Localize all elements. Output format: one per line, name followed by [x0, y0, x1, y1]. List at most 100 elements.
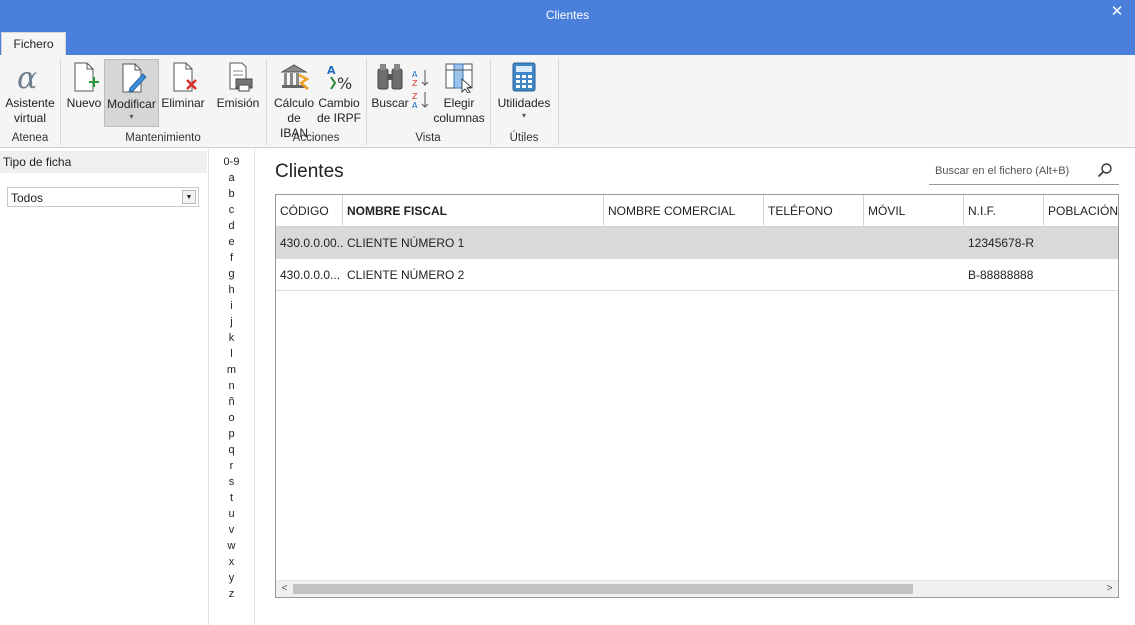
emision-label: Emisión — [216, 96, 260, 110]
alphabet-letter[interactable]: c — [209, 203, 254, 217]
svg-text:α: α — [17, 61, 37, 93]
cambio-irpf-button[interactable]: A % Cambio de IRPF — [317, 59, 361, 131]
table-row[interactable]: 430.0.0.00... CLIENTE NÚMERO 1 12345678-… — [276, 227, 1118, 259]
calculator-icon — [512, 62, 536, 92]
alphabet-letter[interactable]: r — [209, 459, 254, 473]
alphabet-letter[interactable]: s — [209, 475, 254, 489]
group-label-vista: Vista — [415, 132, 441, 144]
bank-icon — [280, 64, 310, 90]
alphabet-letter[interactable]: x — [209, 555, 254, 569]
alphabet-letter[interactable]: a — [209, 171, 254, 185]
scroll-left-icon[interactable]: < — [277, 582, 292, 596]
eliminar-button[interactable]: Eliminar — [161, 59, 205, 131]
column-header-poblacion[interactable]: POBLACIÓN — [1044, 195, 1118, 227]
sort-buttons[interactable]: A Z Z A — [410, 67, 432, 125]
cell-nombre-fiscal: CLIENTE NÚMERO 1 — [347, 236, 465, 250]
alphabet-letter[interactable]: j — [209, 315, 254, 329]
alphabet-index: 0-9 a b c d e f g h i j k l m n ñ o p q r s t u v w x y z — [208, 149, 255, 625]
cell-poblacion — [1044, 227, 1118, 259]
alphabet-letter[interactable]: k — [209, 331, 254, 345]
ribbon-separator — [558, 59, 559, 145]
alphabet-letter[interactable]: z — [209, 587, 254, 601]
nuevo-button[interactable]: Nuevo — [66, 59, 102, 131]
column-header-telefono[interactable]: TELÉFONO — [764, 195, 864, 227]
group-label-acciones: Acciones — [292, 132, 340, 144]
emision-button[interactable]: Emisión — [216, 59, 260, 131]
asistente-virtual-button[interactable]: α Asistente virtual — [4, 59, 56, 131]
alphabet-letter[interactable]: ñ — [209, 395, 254, 409]
tab-fichero[interactable]: Fichero — [1, 32, 66, 56]
svg-text:A: A — [412, 101, 418, 110]
eliminar-label: Eliminar — [161, 96, 205, 110]
svg-text:A: A — [327, 64, 336, 77]
cell-movil — [864, 259, 964, 291]
alpha-icon: α — [17, 61, 37, 93]
alphabet-letter[interactable]: e — [209, 235, 254, 249]
alphabet-letter[interactable]: g — [209, 267, 254, 281]
filter-panel: Tipo de ficha Todos ▼ — [0, 149, 208, 625]
title-bar: Clientes ✕ — [0, 0, 1135, 31]
asistente-label-1: Asistente — [5, 96, 55, 110]
alphabet-letter[interactable]: u — [209, 507, 254, 521]
chevron-down-icon: ▾ — [129, 112, 134, 121]
alphabet-letter[interactable]: b — [209, 187, 254, 201]
alphabet-letter[interactable]: d — [209, 219, 254, 233]
svg-text:A: A — [412, 70, 418, 79]
cell-nombre-comercial — [604, 259, 764, 291]
column-header-movil[interactable]: MÓVIL — [864, 195, 964, 227]
cell-telefono — [764, 259, 864, 291]
tipo-ficha-select[interactable]: Todos ▼ — [7, 187, 199, 207]
cell-nombre-comercial — [604, 227, 764, 259]
alphabet-letter[interactable]: v — [209, 523, 254, 537]
column-header-nombre-comercial[interactable]: NOMBRE COMERCIAL — [604, 195, 764, 227]
elegir-columnas-button[interactable]: Elegir columnas — [433, 59, 485, 131]
calculo-iban-button[interactable]: Cálculo de IBAN — [272, 59, 316, 140]
alphabet-letter[interactable]: t — [209, 491, 254, 505]
alphabet-letter[interactable]: o — [209, 411, 254, 425]
alphabet-letter[interactable]: m — [209, 363, 254, 377]
cell-telefono — [764, 227, 864, 259]
chevron-down-icon: ▾ — [521, 111, 526, 120]
scrollbar-thumb[interactable] — [293, 584, 913, 594]
alphabet-letter[interactable]: 0-9 — [209, 155, 254, 169]
alphabet-letter[interactable]: y — [209, 571, 254, 585]
scroll-right-icon[interactable]: > — [1102, 582, 1117, 596]
utilidades-label: Utilidades — [497, 96, 551, 110]
buscar-label: Buscar — [371, 96, 409, 110]
alphabet-letter[interactable]: h — [209, 283, 254, 297]
svg-text:%: % — [337, 74, 352, 93]
column-header-codigo[interactable]: CÓDIGO — [276, 195, 343, 227]
elegir-label-2: columnas — [433, 111, 485, 125]
search-input[interactable]: Buscar en el fichero (Alt+B) — [929, 159, 1119, 185]
horizontal-scrollbar[interactable]: < > — [276, 580, 1118, 597]
column-header-nif[interactable]: N.I.F. — [964, 195, 1044, 227]
utilidades-button[interactable]: Utilidades ▾ — [496, 59, 552, 131]
buscar-button[interactable]: Buscar — [370, 59, 410, 131]
alphabet-letter[interactable]: w — [209, 539, 254, 553]
dropdown-arrow-icon[interactable]: ▼ — [182, 190, 196, 204]
cambio-label-1: Cambio — [318, 96, 360, 110]
alphabet-letter[interactable]: q — [209, 443, 254, 457]
delete-document-icon — [173, 62, 197, 92]
grid-header: CÓDIGO NOMBRE FISCAL NOMBRE COMERCIAL TE… — [276, 195, 1118, 227]
alphabet-letter[interactable]: p — [209, 427, 254, 441]
search-icon[interactable] — [1097, 162, 1113, 178]
close-icon[interactable]: ✕ — [1109, 4, 1125, 20]
table-row[interactable]: 430.0.0.0... CLIENTE NÚMERO 2 B-88888888 — [276, 259, 1118, 291]
clients-grid: CÓDIGO NOMBRE FISCAL NOMBRE COMERCIAL TE… — [275, 194, 1119, 598]
alphabet-letter[interactable]: i — [209, 299, 254, 313]
percent-change-icon: A % — [327, 64, 352, 93]
modificar-button[interactable]: Modificar ▾ — [104, 59, 159, 127]
column-header-nombre-fiscal[interactable]: NOMBRE FISCAL — [343, 195, 604, 227]
group-label-utiles: Útiles — [509, 132, 539, 144]
window-title: Clientes — [545, 8, 590, 22]
edit-document-icon — [122, 63, 147, 93]
sort-az-icon: A Z Z A — [412, 70, 429, 110]
elegir-label-1: Elegir — [443, 96, 475, 110]
alphabet-letter[interactable]: l — [209, 347, 254, 361]
alphabet-letter[interactable]: n — [209, 379, 254, 393]
group-label-mantenimiento: Mantenimiento — [125, 132, 201, 144]
cell-codigo: 430.0.0.0... — [280, 268, 341, 282]
alphabet-letter[interactable]: f — [209, 251, 254, 265]
cell-movil — [864, 227, 964, 259]
